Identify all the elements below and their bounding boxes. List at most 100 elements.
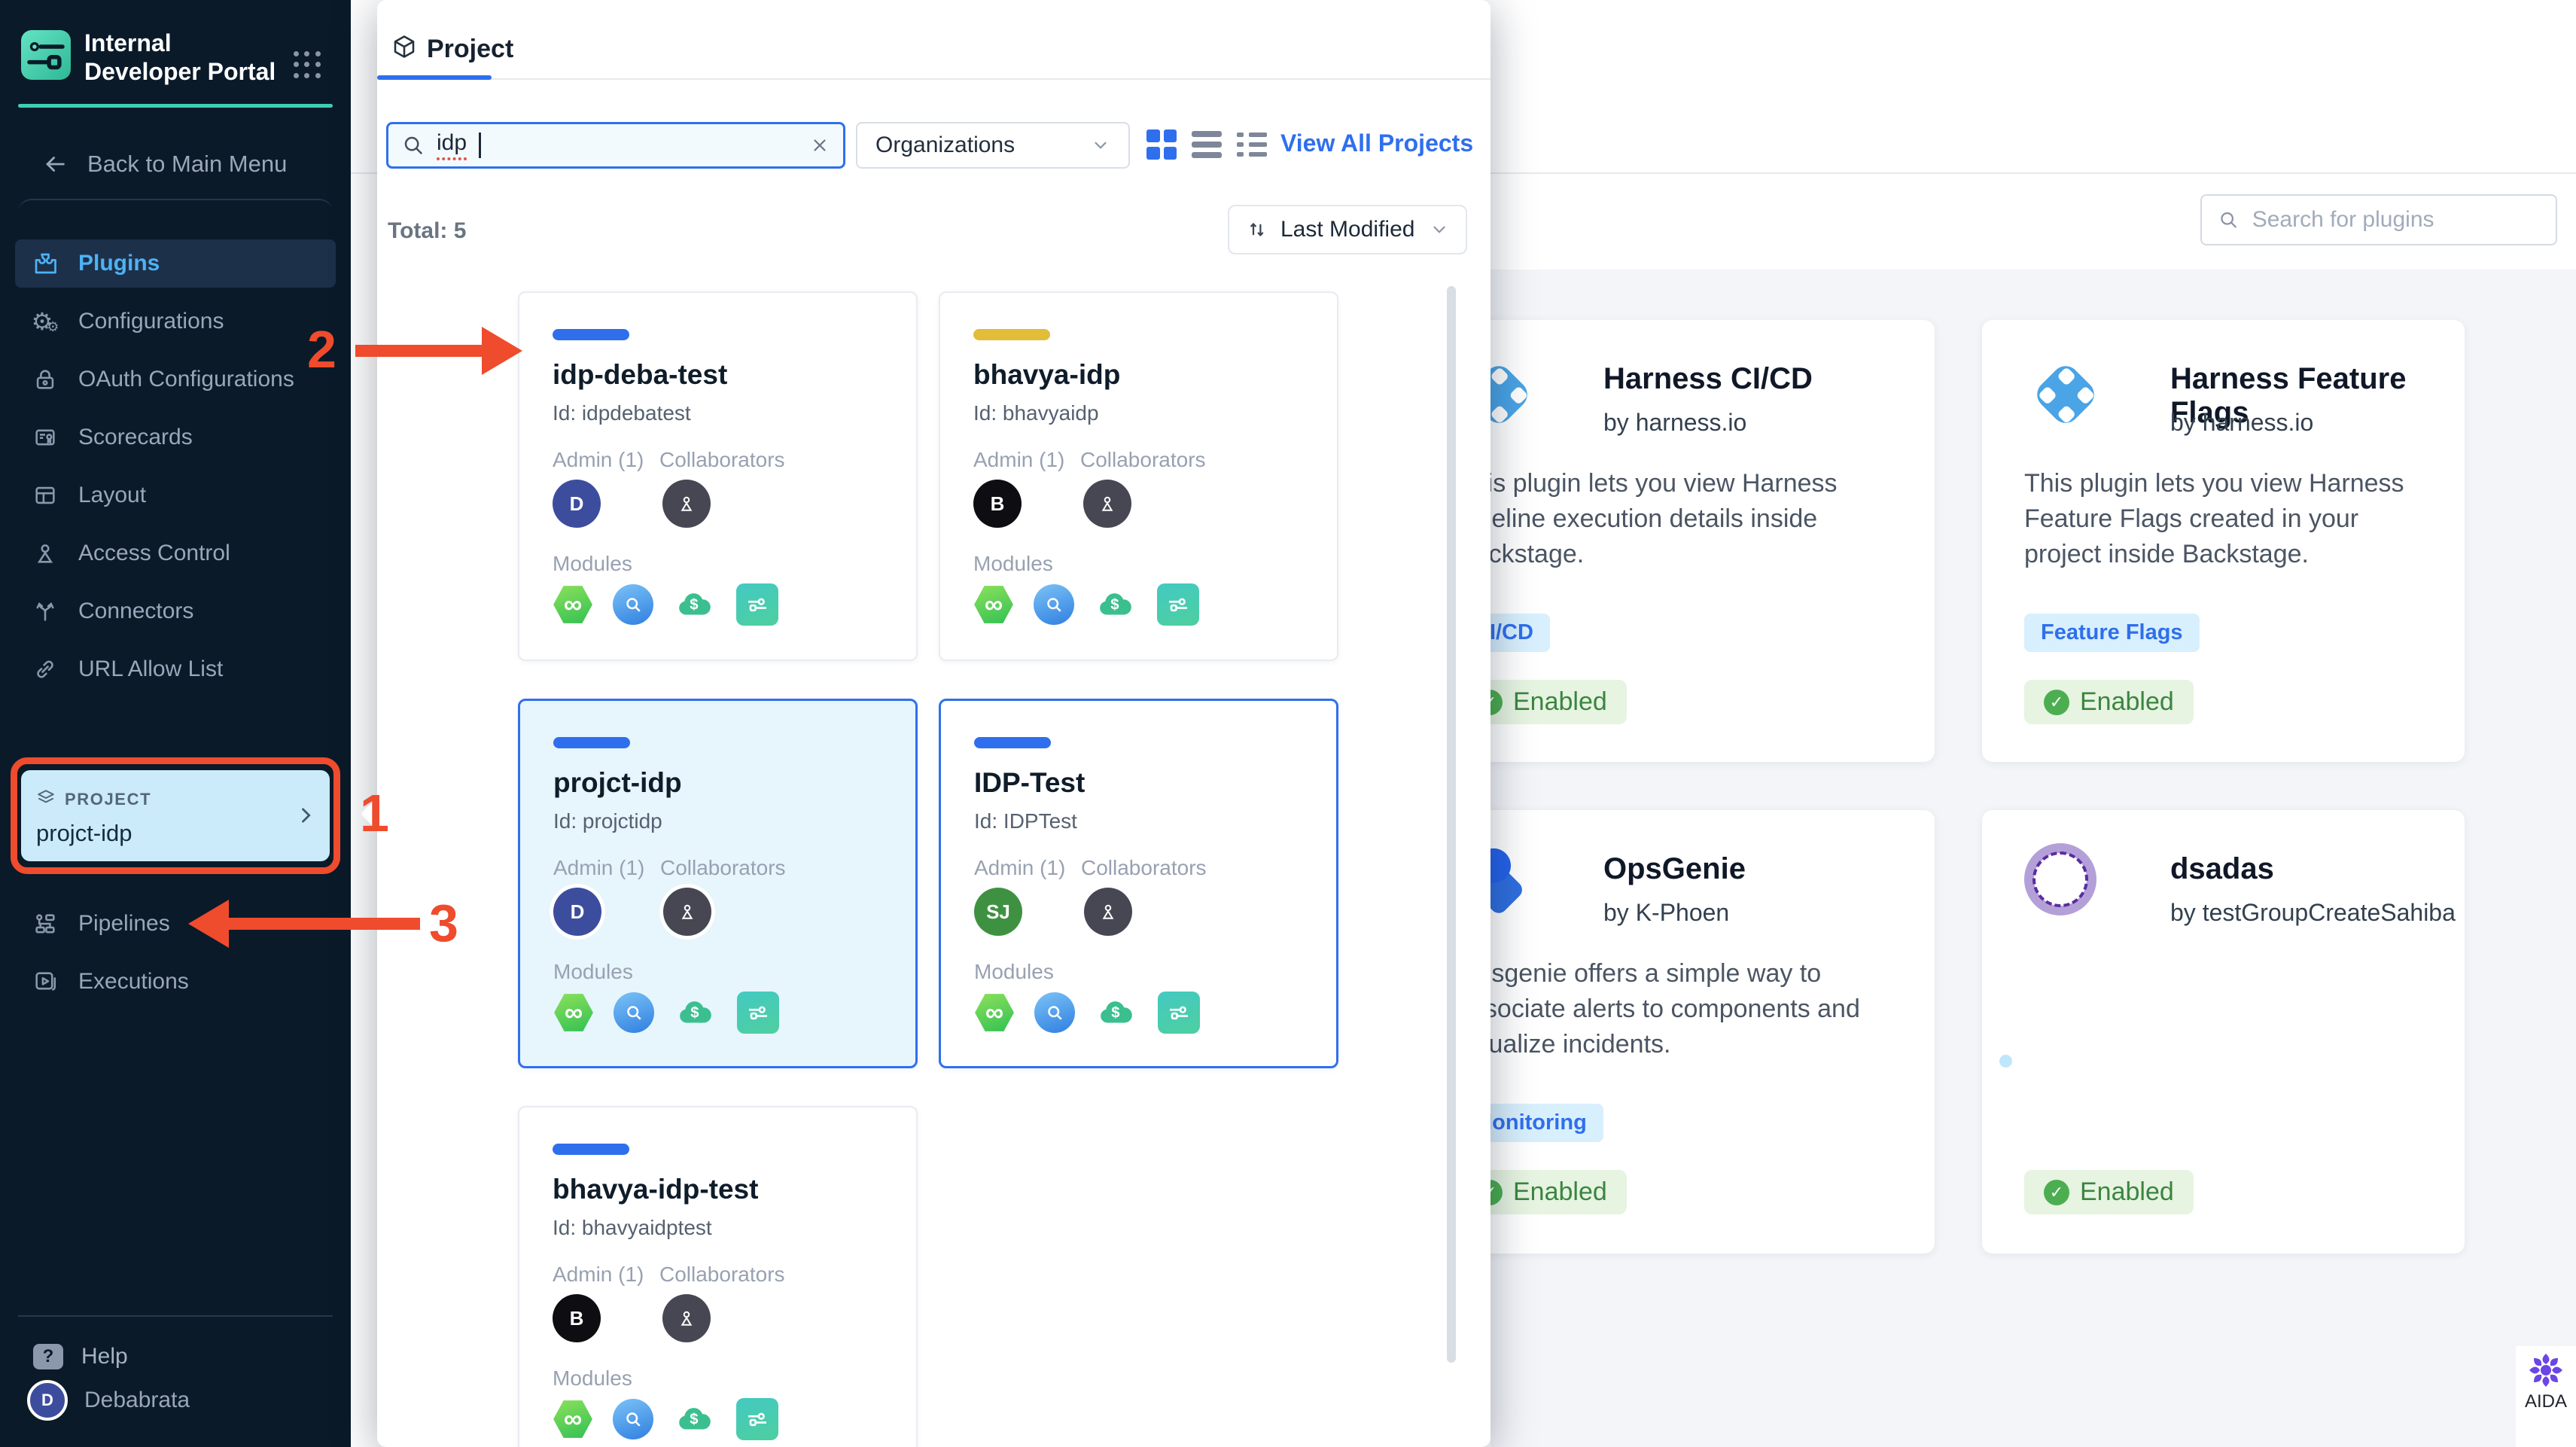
split-arrows-icon [32, 598, 59, 625]
project-card-projct-idp[interactable]: projct-idp Id: projctidp Admin (1) Colla… [518, 699, 918, 1068]
sidebar-item-url-allow-list[interactable]: URL Allow List [15, 645, 336, 693]
sidebar-item-label: Layout [78, 483, 147, 507]
sort-dropdown[interactable]: Last Modified [1228, 205, 1467, 254]
project-card-bhavya-idp-test[interactable]: bhavya-idp-test Id: bhavyaidptest Admin … [518, 1106, 918, 1447]
plugin-status-label: Enabled [1513, 687, 1607, 716]
gears-icon: ⚙ ⚙ [31, 308, 59, 335]
person-icon [1101, 496, 1113, 511]
sidebar-item-label: Plugins [78, 251, 160, 276]
project-card-bhavya-idp[interactable]: bhavya-idp Id: bhavyaidp Admin (1) Colla… [939, 291, 1338, 661]
tag-dot [1999, 1055, 2012, 1068]
module-icons: ∞ $ [553, 992, 779, 1034]
svg-text:$: $ [690, 1004, 699, 1021]
check-icon: ✓ [2044, 1179, 2069, 1205]
project-name: IDP-Test [974, 767, 1086, 798]
check-icon: ✓ [2044, 689, 2069, 715]
module-icons: ∞ $ [553, 583, 778, 626]
sidebar-item-plugins[interactable]: Plugins [15, 239, 336, 288]
project-card-idp-test[interactable]: IDP-Test Id: IDPTest Admin (1) Collabora… [939, 699, 1338, 1068]
tab-project[interactable]: Project [427, 35, 513, 64]
project-card-idp-deba-test[interactable]: idp-deba-test Id: idpdebatest Admin (1) … [518, 291, 918, 661]
sidebar-nav: Plugins ⚙ ⚙ Configurations OAuth Configur… [15, 239, 336, 693]
plugin-card-opsgenie[interactable]: OpsGenie by K-Phoen Opsgenie offers a si… [1415, 810, 1935, 1254]
dsadas-logo-icon [2024, 843, 2096, 915]
sidebar-item-label: Configurations [78, 309, 224, 334]
app-root: Harness CI/CD by harness.io This plugin … [0, 0, 2576, 1447]
project-card-grid: idp-deba-test Id: idpdebatest Admin (1) … [518, 291, 1338, 1447]
user-menu[interactable]: D Debabrata [27, 1376, 190, 1424]
app-logo-icon[interactable] [21, 30, 71, 80]
chevron-down-icon [1433, 226, 1445, 233]
sidebar-divider [18, 199, 333, 230]
plugin-status-label: Enabled [2080, 1177, 2174, 1206]
chevron-down-icon [1095, 142, 1107, 149]
puzzle-icon [32, 250, 59, 277]
collaborators-label: Collaborators [1081, 856, 1207, 879]
project-nav: Pipelines Executions [15, 900, 336, 1006]
module-icon-idp [736, 583, 778, 626]
help-button[interactable]: ? Help [33, 1334, 128, 1379]
app-title: Internal Developer Portal [84, 29, 276, 85]
back-to-main-menu[interactable]: Back to Main Menu [42, 148, 287, 181]
svg-text:$: $ [690, 596, 698, 613]
admin-avatar: D [553, 888, 601, 936]
clear-search-icon[interactable] [810, 136, 830, 155]
view-all-projects-link[interactable]: View All Projects [1280, 129, 1473, 157]
plugins-search-field[interactable] [2200, 194, 2557, 245]
plugins-search-input[interactable] [2250, 206, 2539, 233]
admin-avatar: D [553, 480, 601, 528]
user-avatar: D [27, 1380, 68, 1421]
module-icon-srm [1034, 584, 1074, 625]
module-icon-srm [613, 584, 653, 625]
detail-list-view-button[interactable] [1237, 129, 1267, 160]
plugin-card-dsadas[interactable]: dsadas by testGroupCreateSahiba ✓ Enable… [1982, 810, 2465, 1254]
back-label: Back to Main Menu [87, 151, 288, 177]
pipelines-icon [32, 910, 59, 937]
plugin-status-badge: ✓ Enabled [2024, 1170, 2194, 1214]
module-icons: ∞ $ [973, 583, 1199, 626]
project-search-field[interactable]: idp [386, 122, 845, 169]
text-caret [479, 133, 482, 158]
project-id: Id: idpdebatest [553, 401, 691, 425]
admin-avatar: B [973, 480, 1022, 528]
project-id: Id: bhavyaidp [973, 401, 1099, 425]
plugin-tag: Feature Flags [2024, 614, 2200, 652]
module-icon-ccm: $ [1095, 992, 1138, 1033]
plugin-card-feature-flags[interactable]: Harness Feature Flags by harness.io This… [1982, 320, 2465, 762]
organizations-dropdown-value: Organizations [875, 133, 1015, 157]
grid-view-button[interactable] [1146, 129, 1177, 160]
plugin-title: Harness CI/CD [1603, 362, 1813, 395]
plugin-author: by K-Phoen [1603, 899, 1730, 926]
sidebar-item-executions[interactable]: Executions [15, 958, 336, 1006]
collaborators-label: Collaborators [659, 448, 785, 471]
sidebar-item-label: Executions [78, 969, 189, 994]
module-icon-ci: ∞ [553, 586, 592, 623]
scorecard-icon [32, 424, 59, 451]
plugin-author: by testGroupCreateSahiba [2170, 899, 2456, 926]
plugin-title: dsadas [2170, 852, 2274, 885]
sidebar-item-pipelines[interactable]: Pipelines [15, 900, 336, 948]
modal-scrollbar[interactable] [1447, 286, 1456, 1363]
project-selector[interactable]: PROJECT projct-idp [21, 770, 330, 861]
sidebar-item-oauth-configurations[interactable]: OAuth Configurations [15, 355, 336, 404]
modal-pointer-notch [360, 795, 397, 833]
aida-widget[interactable]: AIDA [2516, 1346, 2576, 1447]
sidebar: Internal Developer Portal Back to Main M… [0, 0, 351, 1447]
plugin-status-label: Enabled [2080, 687, 2174, 716]
plugin-card-harness-cicd[interactable]: Harness CI/CD by harness.io This plugin … [1415, 320, 1935, 762]
sidebar-item-access-control[interactable]: Access Control [15, 529, 336, 577]
organizations-dropdown[interactable]: Organizations [856, 122, 1130, 169]
search-icon [2221, 212, 2237, 228]
app-switcher-icon[interactable] [291, 48, 324, 81]
card-color-bar [974, 737, 1051, 748]
svg-text:$: $ [690, 1411, 698, 1427]
sidebar-item-label: Scorecards [78, 425, 193, 449]
sidebar-item-configurations[interactable]: ⚙ ⚙ Configurations [15, 297, 336, 346]
list-view-button[interactable] [1192, 129, 1222, 160]
lock-icon [32, 366, 59, 393]
project-picker-modal: Project idp Organizations View All Proje… [360, 0, 1490, 1447]
project-name: idp-deba-test [553, 359, 728, 390]
sidebar-item-scorecards[interactable]: Scorecards [15, 413, 336, 462]
sidebar-item-layout[interactable]: Layout [15, 471, 336, 519]
sidebar-item-connectors[interactable]: Connectors [15, 587, 336, 635]
